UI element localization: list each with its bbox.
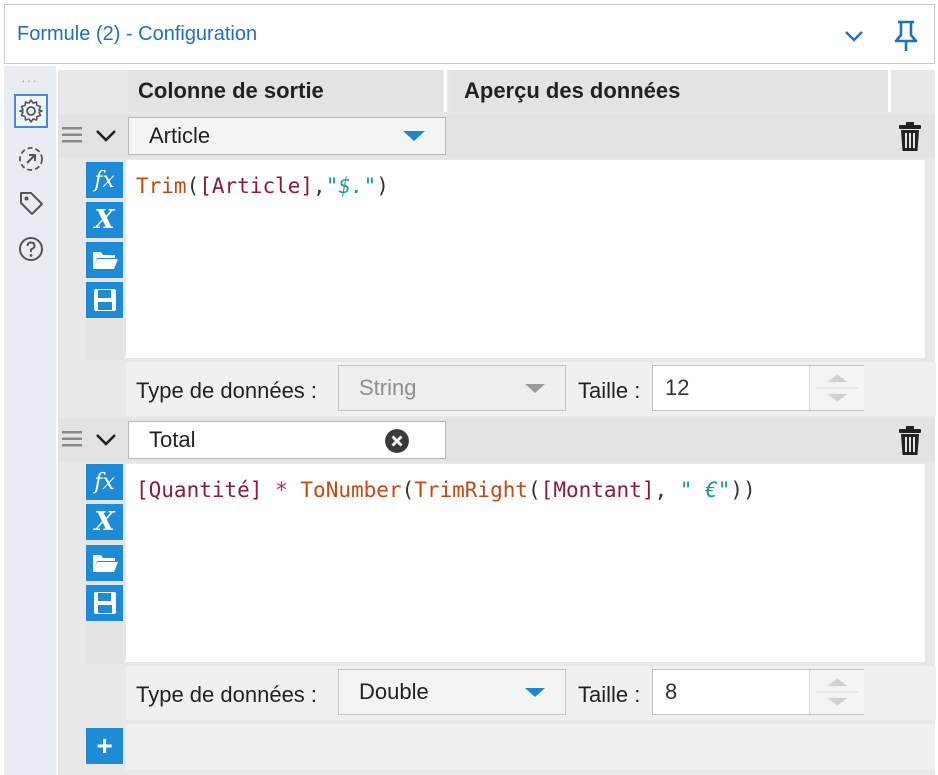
save-icon[interactable] [86,282,123,318]
help-icon[interactable] [14,232,48,266]
gear-icon[interactable] [14,94,48,128]
expression-token: TrimRight [414,478,529,502]
expression-header-row: Article [58,114,935,158]
expression-token: , [654,478,680,502]
header-data-preview: Aperçu des données [450,70,888,112]
data-type-dropdown[interactable]: Double [338,669,566,715]
variable-icon[interactable]: X [86,202,123,238]
output-icon[interactable] [14,142,48,176]
add-expression-bar [126,724,935,770]
variable-icon[interactable]: X [86,504,123,540]
fx-icon[interactable]: fx [86,162,123,198]
expression-token: ( [528,478,541,502]
expression-token: [Montant] [540,478,655,502]
size-value: 8 [665,679,678,704]
window-title: Formule (2) - Configuration [17,23,258,45]
tag-icon[interactable] [14,186,48,220]
size-stepper[interactable] [809,366,864,410]
data-type-bar: Type de données : String Taille : 12 [126,362,936,416]
expression-header-row: Total [58,418,935,462]
drag-handle-icon[interactable] [61,428,83,450]
data-type-value: Double [359,679,429,704]
data-type-label: Type de données : [136,378,318,403]
output-column-value: Total [149,427,196,452]
expression-token: ( [401,478,415,502]
expression-token [262,478,275,502]
expression-token: Trim [136,174,187,198]
header-divider [888,70,891,112]
formula-grid: Colonne de sortie Aperçu des données Art… [58,70,936,775]
expression-editor[interactable]: [Quantité] * ToNumber(TrimRight([Montant… [126,464,925,662]
expression-token: , [313,174,326,198]
collapse-chevron-icon[interactable] [94,430,118,450]
side-rail: ··· [4,66,56,775]
expression-token: * [275,478,288,502]
expression-editor[interactable]: Trim([Article],"$.") [126,160,925,358]
expression-token [288,478,301,502]
trash-icon[interactable] [895,424,925,458]
data-type-bar: Type de données : Double Taille : 8 [126,666,936,720]
dropdown-arrow-icon [403,131,425,141]
expression-token: ( [186,174,200,198]
collapse-chevron-icon[interactable] [94,126,118,146]
save-icon[interactable] [86,585,123,621]
data-type-label: Type de données : [136,682,318,707]
output-column-value: Article [149,123,211,148]
expression-token: "$." [325,174,377,198]
data-type-dropdown[interactable]: String [338,365,566,411]
drag-handle-icon[interactable] [61,124,83,146]
fx-icon[interactable]: fx [86,464,123,500]
expression-token: )) [730,478,756,502]
configuration-title-bar: Formule (2) - Configuration [4,4,935,64]
header-divider [444,70,447,112]
size-stepper[interactable] [809,670,864,714]
expression-token: ToNumber [300,478,402,502]
pin-icon[interactable] [891,19,921,53]
open-folder-icon[interactable] [86,545,123,581]
expression-token: [Article] [199,174,314,198]
open-folder-icon[interactable] [86,242,123,278]
output-column-input[interactable]: Total [128,421,446,459]
expression-token: " €" [679,478,731,502]
clear-icon[interactable] [385,429,409,453]
size-label: Taille : [578,378,641,403]
trash-icon[interactable] [895,120,925,154]
header-output-column: Colonne de sortie [128,70,443,112]
data-type-value: String [359,375,417,400]
grip-dots-icon: ··· [21,72,38,88]
chevron-down-icon[interactable] [843,25,865,47]
size-value: 12 [665,375,690,400]
dropdown-arrow-icon [525,384,545,393]
add-expression-button[interactable]: + [86,728,123,764]
size-label: Taille : [578,682,641,707]
expression-token: [Quantité] [136,478,263,502]
expression-token: ) [376,174,389,198]
dropdown-arrow-icon [525,688,545,697]
output-column-dropdown[interactable]: Article [128,117,446,155]
